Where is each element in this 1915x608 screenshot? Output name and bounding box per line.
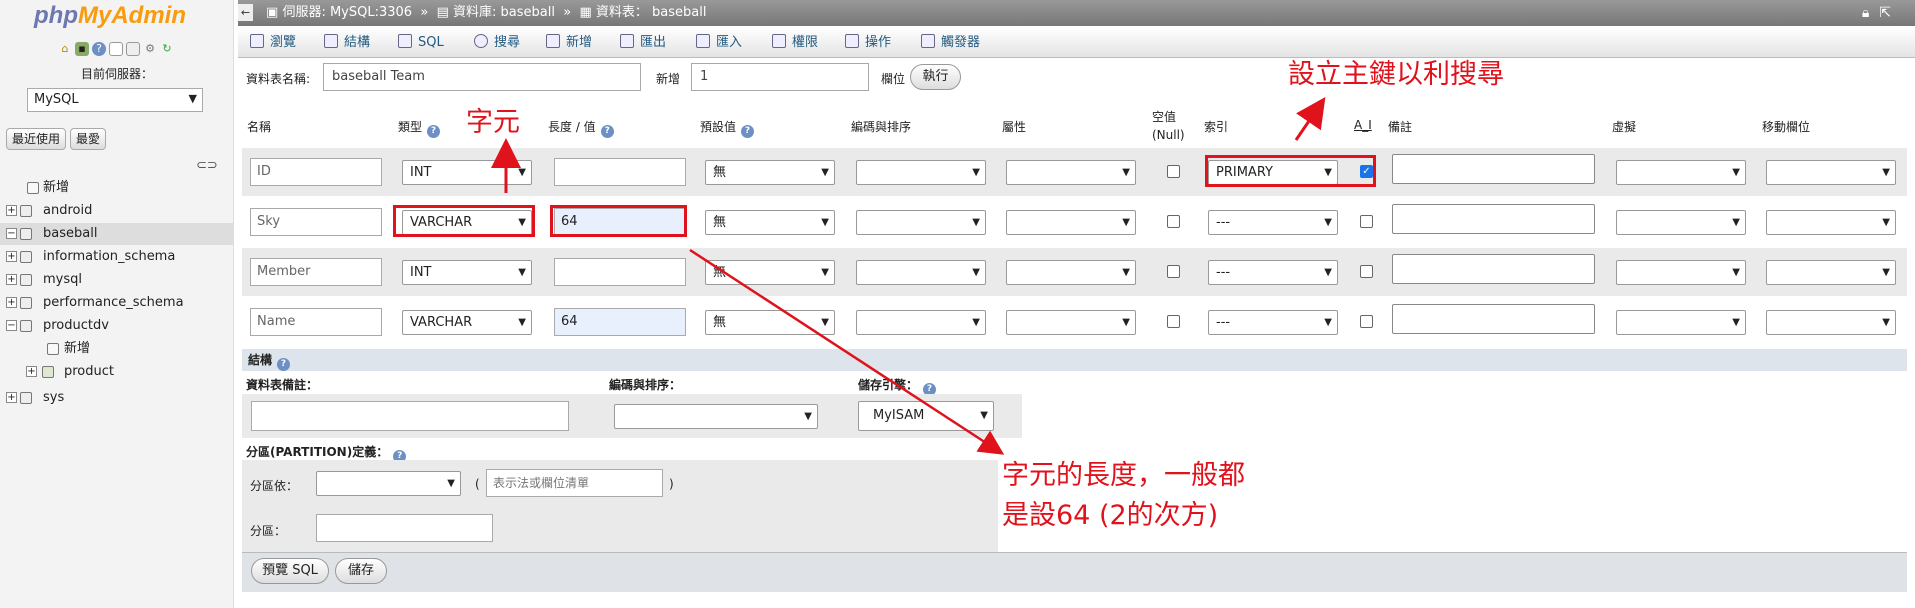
arrow-to-index <box>1294 97 1326 141</box>
annotation-arrows <box>491 97 1326 455</box>
arrow-to-length-note <box>689 248 1005 455</box>
